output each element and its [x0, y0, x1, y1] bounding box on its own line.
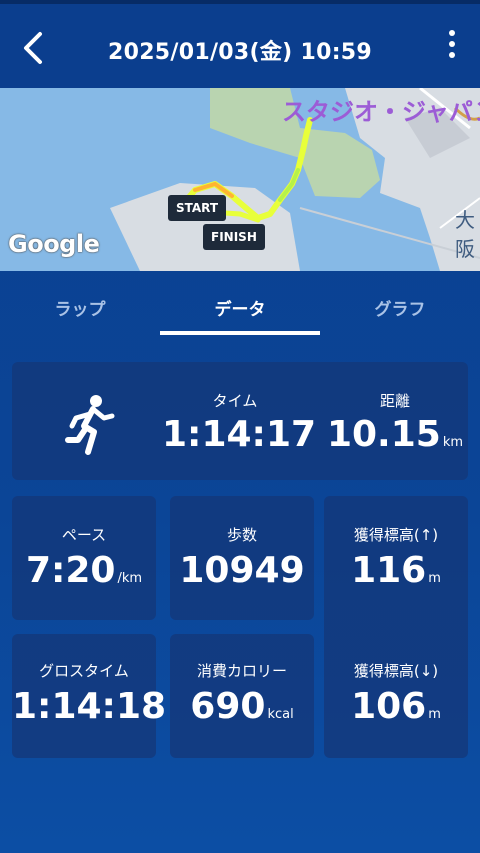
running-icon	[65, 395, 115, 455]
steps-label: 歩数	[226, 526, 257, 544]
google-logo: Google	[8, 230, 100, 258]
tab-data[interactable]: データ	[160, 271, 320, 337]
ascent-value: 116 m	[351, 550, 441, 591]
start-marker[interactable]: START	[168, 195, 227, 221]
back-button[interactable]	[14, 28, 50, 68]
distance-value: 10.15 km	[326, 414, 464, 455]
time-label: タイム	[212, 392, 258, 410]
app-header: 2025/01/03(金) 10:59	[0, 0, 480, 88]
gross-time-label: グロスタイム	[39, 662, 129, 680]
chevron-left-icon	[24, 32, 42, 64]
gross-time-card: グロスタイム 1:14:18	[12, 634, 167, 758]
active-tab-indicator	[160, 331, 320, 335]
calories-value: 690 kcal	[190, 686, 294, 727]
summary-card: タイム 1:14:17 距離 10.15 km	[12, 362, 468, 480]
descent-label: 獲得標高(↓)	[353, 662, 439, 680]
descent-unit: m	[428, 707, 441, 722]
distance-stat: 距離 10.15 km	[322, 362, 468, 480]
map-poi-label: スタジオ・ジャパン	[282, 98, 480, 126]
time-stat: タイム 1:14:17	[162, 362, 317, 480]
more-vert-icon	[449, 30, 455, 36]
steps-card: 歩数 10949	[170, 496, 314, 620]
pace-card: ペース 7:20/km	[12, 496, 156, 620]
tab-bar: ラップ データ グラフ	[0, 271, 480, 337]
gross-time-value: 1:14:18	[12, 686, 167, 727]
calories-card: 消費カロリー 690 kcal	[170, 634, 314, 758]
page-title: 2025/01/03(金) 10:59	[107, 40, 373, 65]
pace-value: 7:20/km	[25, 550, 143, 591]
route-map[interactable]: スタジオ・ジャパン 大阪 Google START FINISH	[0, 88, 480, 271]
descent-value: 106 m	[351, 686, 441, 727]
tab-laps[interactable]: ラップ	[0, 271, 160, 337]
calories-unit: kcal	[267, 707, 294, 722]
finish-marker[interactable]: FINISH	[203, 224, 265, 250]
pace-label: ペース	[61, 526, 107, 544]
map-area-label: 大阪	[455, 208, 475, 261]
elevation-card: 獲得標高(↑) 116 m 獲得標高(↓) 106 m	[324, 496, 468, 758]
tab-graph[interactable]: グラフ	[320, 271, 480, 337]
ascent-unit: m	[428, 571, 441, 586]
time-value: 1:14:17	[162, 414, 317, 455]
more-options-button[interactable]	[446, 30, 458, 70]
calories-label: 消費カロリー	[196, 662, 287, 680]
ascent-label: 獲得標高(↑)	[353, 526, 439, 544]
steps-value: 10949	[179, 550, 305, 591]
pace-unit: /km	[117, 571, 143, 586]
distance-unit: km	[442, 435, 464, 450]
distance-label: 距離	[379, 392, 410, 410]
